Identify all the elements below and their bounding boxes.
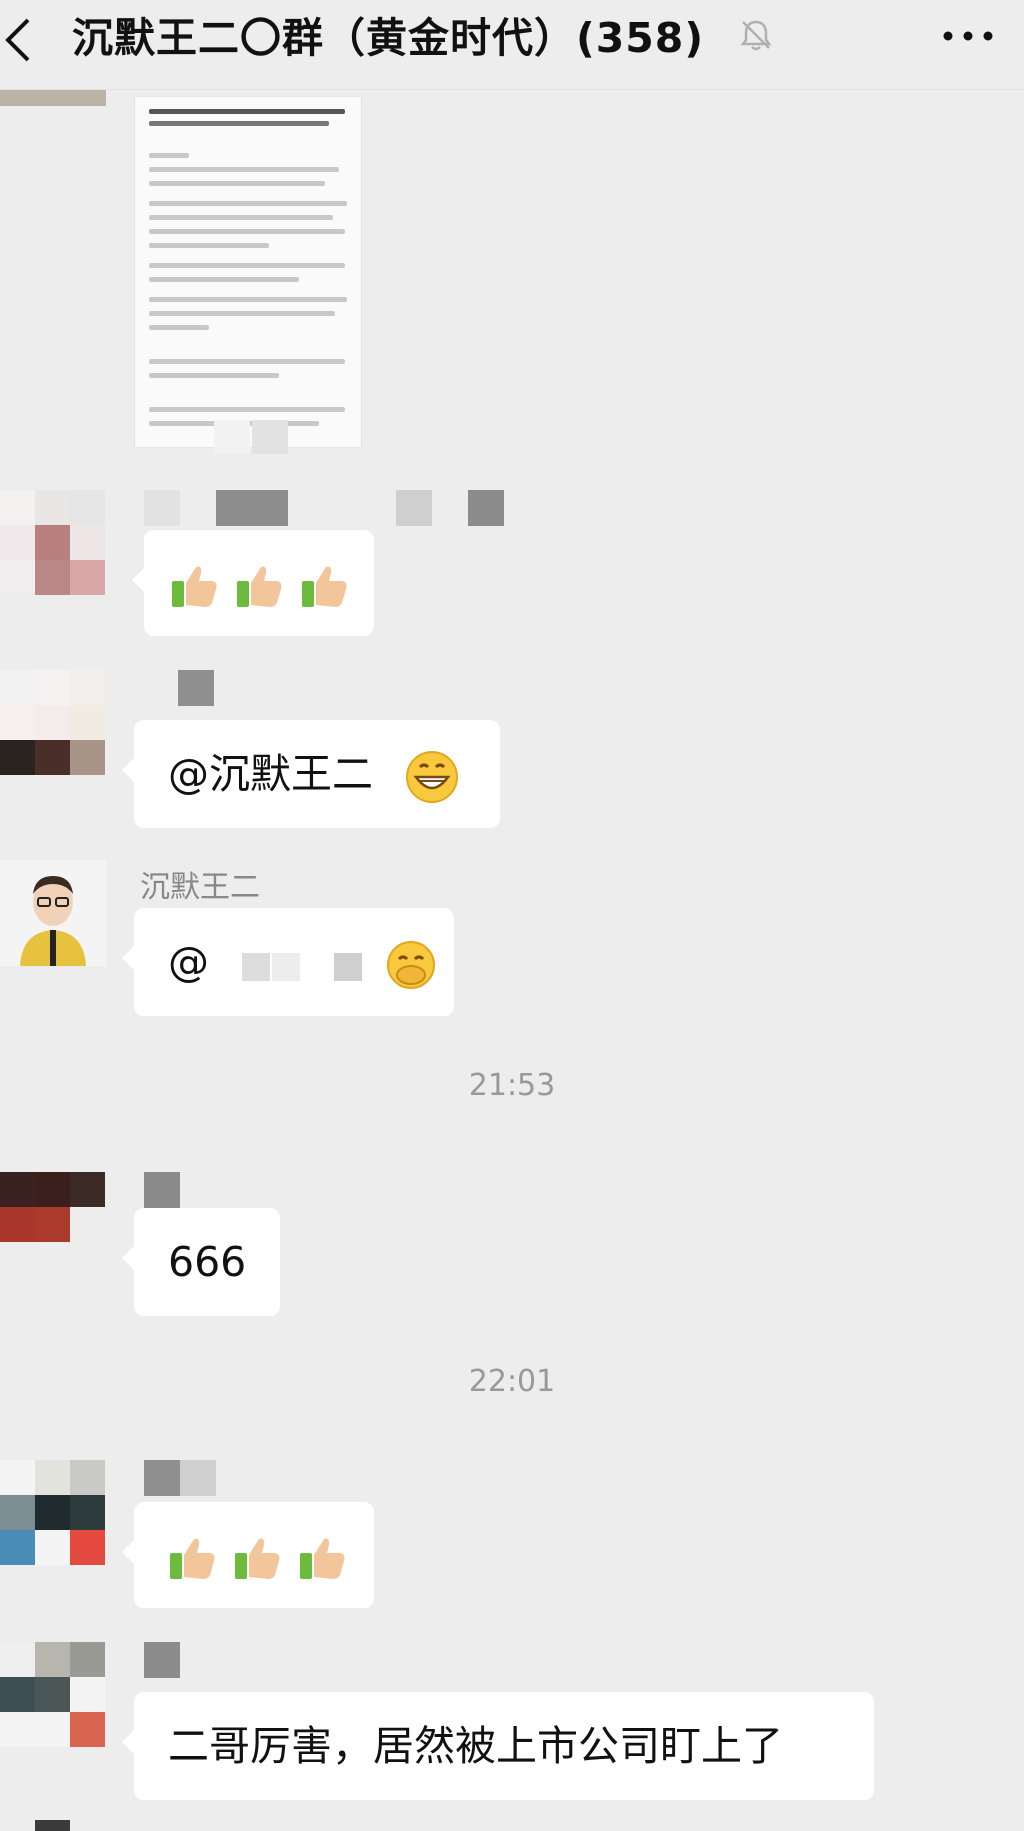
message-bubble[interactable]: @沉默王二: [122, 720, 500, 828]
thumbs-up-icon: [302, 566, 347, 607]
more-options-button[interactable]: [936, 14, 1000, 58]
avatar[interactable]: [0, 1642, 106, 1748]
thumbs-up-icon: [300, 1538, 345, 1579]
message-bubble[interactable]: 666: [122, 1208, 280, 1316]
message-text: 二哥厉害，居然被上市公司盯上了: [168, 1722, 783, 1770]
chat-title: 沉默王二〇群（黄金时代）(358): [72, 14, 705, 62]
sender-name-mosaic: [144, 490, 504, 526]
thumbs-up-icon: [235, 1538, 280, 1579]
message-bubble[interactable]: 二哥厉害，居然被上市公司盯上了: [122, 1692, 874, 1800]
sender-name-mosaic: [144, 1460, 216, 1496]
avatar[interactable]: [0, 670, 106, 776]
bell-off-icon: [740, 20, 772, 51]
mention-mosaic: [222, 947, 363, 983]
grinning-face-icon: [406, 751, 459, 803]
thumbs-up-icon: [237, 566, 282, 607]
timestamp: 22:01: [468, 1364, 556, 1399]
face-with-hand-over-mouth-icon: [387, 941, 436, 989]
image-mosaic: [252, 420, 288, 454]
message-image[interactable]: [134, 96, 362, 448]
avatar[interactable]: [0, 90, 106, 106]
thumbs-up-icon: [170, 1538, 215, 1579]
sender-name: 沉默王二: [140, 870, 260, 905]
message-text: @: [168, 938, 209, 986]
sender-name-mosaic: [144, 1642, 180, 1678]
message-text: 666: [168, 1238, 247, 1286]
message-bubble[interactable]: @: [122, 908, 454, 1016]
avatar[interactable]: [0, 490, 106, 596]
avatar[interactable]: [0, 860, 106, 966]
thumbs-up-icon: [172, 566, 217, 607]
sender-name-mosaic: [144, 1172, 180, 1208]
sender-name-mosaic: [178, 670, 214, 706]
avatar[interactable]: [0, 1820, 106, 1831]
timestamp: 21:53: [468, 1068, 556, 1103]
message-bubble[interactable]: [122, 1502, 374, 1608]
avatar[interactable]: [0, 1172, 106, 1278]
chevron-left-icon: [5, 18, 30, 62]
avatar-illustration: [20, 876, 86, 966]
image-mosaic: [214, 420, 250, 454]
avatar[interactable]: [0, 1460, 106, 1566]
ellipsis-icon: [943, 31, 993, 41]
message-text: @沉默王二: [168, 750, 373, 798]
chat-header: 沉默王二〇群（黄金时代）(358): [0, 0, 1024, 90]
back-button[interactable]: [0, 8, 46, 68]
message-bubble[interactable]: [132, 530, 374, 636]
